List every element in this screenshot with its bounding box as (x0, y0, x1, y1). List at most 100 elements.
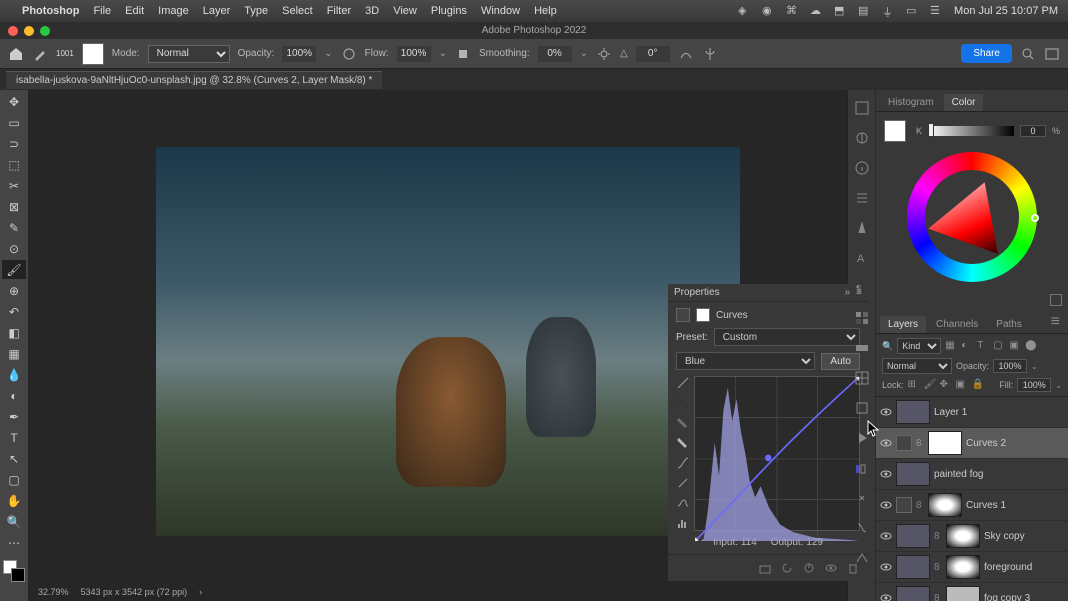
info-icon[interactable] (854, 160, 870, 176)
layer-name[interactable]: painted fog (934, 469, 1064, 480)
properties-icon[interactable] (854, 190, 870, 206)
paragraph-icon[interactable]: A (854, 250, 870, 266)
home-icon[interactable] (8, 46, 24, 62)
layer-opacity-input[interactable] (993, 359, 1027, 373)
menubar-status-icon[interactable]: ⬒ (834, 4, 848, 18)
close-window-icon[interactable] (8, 26, 18, 36)
layer-row[interactable]: 8Curves 2 (876, 428, 1068, 459)
object-select-tool[interactable]: ⬚ (2, 155, 26, 174)
libraries-icon[interactable] (854, 100, 870, 116)
edit-toolbar[interactable]: ⋯ (2, 533, 26, 552)
tab-color[interactable]: Color (944, 94, 984, 111)
visibility-icon[interactable] (880, 468, 892, 480)
tab-histogram[interactable]: Histogram (880, 94, 942, 111)
eraser-tool[interactable]: ◧ (2, 323, 26, 342)
type-tool[interactable]: T (2, 428, 26, 447)
menu-window[interactable]: Window (481, 5, 520, 17)
shape-tool[interactable]: ▢ (2, 470, 26, 489)
layer-blend-mode[interactable]: Normal (882, 358, 952, 374)
lock-position-icon[interactable]: ✥ (940, 379, 952, 391)
menu-3d[interactable]: 3D (365, 5, 379, 17)
smoothing-gear-icon[interactable] (596, 46, 612, 62)
sample-black-icon[interactable] (676, 396, 690, 410)
layer-mask-thumb[interactable] (946, 524, 980, 548)
brush-preview-swatch[interactable] (82, 43, 104, 65)
layer-row[interactable]: 8fog copy 3 (876, 583, 1068, 601)
character-icon[interactable] (854, 220, 870, 236)
maximize-window-icon[interactable] (40, 26, 50, 36)
dodge-tool[interactable]: ◐ (2, 386, 26, 405)
airbrush-icon[interactable] (455, 46, 471, 62)
k-value[interactable] (1020, 125, 1046, 137)
filter-pixel-icon[interactable]: ▦ (945, 340, 957, 352)
pressure-size-icon[interactable] (678, 46, 694, 62)
layer-mask-thumb[interactable] (946, 555, 980, 579)
tab-paths[interactable]: Paths (988, 316, 1030, 333)
visibility-icon[interactable] (824, 561, 838, 575)
menu-file[interactable]: File (93, 5, 111, 17)
curves-graph[interactable] (694, 376, 860, 531)
k-slider[interactable] (928, 126, 1014, 136)
expand-icon[interactable] (1050, 294, 1062, 306)
filter-shape-icon[interactable]: ▢ (993, 340, 1005, 352)
edit-points-icon[interactable] (676, 456, 690, 470)
crop-tool[interactable]: ✂ (2, 176, 26, 195)
lock-paint-icon[interactable]: 🖌 (924, 379, 936, 391)
lock-artboard-icon[interactable]: ▣ (956, 379, 968, 391)
menubar-status-icon[interactable]: ☁ (810, 4, 824, 18)
visibility-icon[interactable] (880, 437, 892, 449)
layer-filter-kind[interactable]: Kind (897, 338, 941, 354)
hand-tool[interactable]: ✋ (2, 491, 26, 510)
comments-icon[interactable] (854, 490, 870, 506)
navigator-icon[interactable] (854, 550, 870, 566)
preset-select[interactable]: Custom (714, 328, 860, 346)
layer-row[interactable]: 8Curves 1 (876, 490, 1068, 521)
pressure-opacity-icon[interactable] (341, 46, 357, 62)
previous-state-icon[interactable] (780, 561, 794, 575)
menubar-clock[interactable]: Mon Jul 25 10:07 PM (954, 5, 1058, 17)
status-chevron-icon[interactable]: › (199, 587, 202, 599)
layer-name[interactable]: Curves 1 (966, 500, 1064, 511)
sample-white-icon[interactable] (676, 436, 690, 450)
minimize-window-icon[interactable] (24, 26, 34, 36)
layer-row[interactable]: 8foreground (876, 552, 1068, 583)
filter-smart-icon[interactable]: ▣ (1009, 340, 1021, 352)
history-brush-tool[interactable]: ↶ (2, 302, 26, 321)
channel-select[interactable]: Blue (676, 352, 815, 370)
eyedropper-tool[interactable]: ✎ (2, 218, 26, 237)
layer-name[interactable]: Sky copy (984, 531, 1064, 542)
zoom-level[interactable]: 32.79% (38, 587, 69, 599)
pen-tool[interactable]: ✒ (2, 407, 26, 426)
menubar-battery-icon[interactable]: ▭ (906, 4, 920, 18)
adjustments-icon[interactable] (854, 130, 870, 146)
tab-channels[interactable]: Channels (928, 316, 986, 333)
stamp-tool[interactable]: ⊕ (2, 281, 26, 300)
brush-tool-icon[interactable] (32, 46, 48, 62)
fill-input[interactable] (1017, 378, 1051, 392)
layer-name[interactable]: Curves 2 (966, 438, 1064, 449)
filter-adjust-icon[interactable]: ◐ (961, 340, 973, 352)
canvas[interactable]: 32.79% 5343 px x 3542 px (72 ppi) › Prop… (28, 90, 847, 601)
smooth-icon[interactable] (676, 496, 690, 510)
glyphs-icon[interactable]: ¶ (854, 280, 870, 296)
gradient-tool[interactable]: ▦ (2, 344, 26, 363)
blend-mode-select[interactable]: Normal (148, 45, 230, 63)
layer-name[interactable]: foreground (984, 562, 1064, 573)
visibility-icon[interactable] (880, 406, 892, 418)
foreground-swatch[interactable] (884, 120, 906, 142)
marquee-tool[interactable]: ▭ (2, 113, 26, 132)
brushes-icon[interactable] (854, 400, 870, 416)
menu-help[interactable]: Help (534, 5, 557, 17)
filter-type-icon[interactable]: T (977, 340, 989, 352)
frame-tool[interactable]: ⊠ (2, 197, 26, 216)
menubar-status-icon[interactable]: ▤ (858, 4, 872, 18)
panel-menu-icon[interactable]: ≡ (1047, 311, 1064, 333)
layer-name[interactable]: fog copy 3 (984, 593, 1064, 601)
menu-type[interactable]: Type (244, 5, 268, 17)
smoothing-input[interactable] (538, 46, 572, 62)
menubar-control-icon[interactable]: ☰ (930, 4, 944, 18)
visibility-icon[interactable] (880, 561, 892, 573)
move-tool[interactable]: ✥ (2, 92, 26, 111)
menu-plugins[interactable]: Plugins (431, 5, 467, 17)
share-button[interactable]: Share (961, 44, 1012, 63)
